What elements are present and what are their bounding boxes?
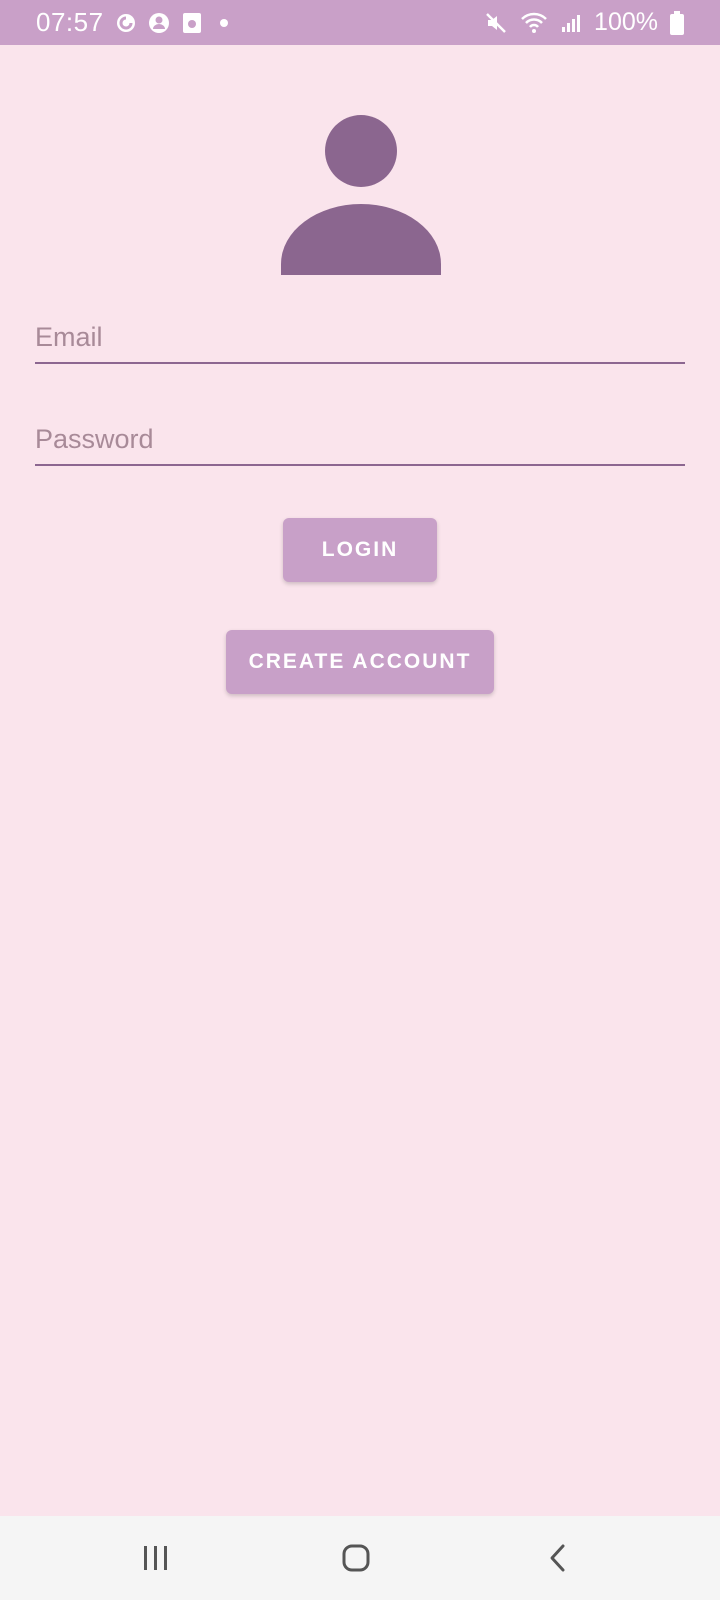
email-field[interactable] bbox=[35, 312, 685, 364]
email-input[interactable] bbox=[35, 312, 685, 362]
signal-icon bbox=[560, 12, 582, 34]
login-button[interactable]: LOGIN bbox=[283, 518, 437, 582]
home-icon[interactable] bbox=[332, 1534, 380, 1582]
login-screen: 07:57 100% Email LOGIN CREATE ACCOUNT bbox=[0, 0, 720, 1600]
mute-icon bbox=[484, 11, 508, 35]
navigation-bar bbox=[0, 1516, 720, 1600]
create-account-button[interactable]: CREATE ACCOUNT bbox=[226, 630, 494, 694]
account-circle-icon bbox=[148, 12, 170, 34]
password-field[interactable] bbox=[35, 414, 685, 466]
battery-icon bbox=[670, 10, 684, 35]
status-left: 07:57 bbox=[36, 7, 234, 38]
back-icon[interactable] bbox=[534, 1534, 582, 1582]
password-input[interactable] bbox=[35, 414, 685, 464]
battery-percentage: 100% bbox=[594, 8, 658, 36]
avatar-icon bbox=[280, 114, 442, 276]
status-time: 07:57 bbox=[36, 7, 104, 37]
status-bar: 07:57 100% bbox=[0, 0, 720, 45]
sync-icon bbox=[116, 13, 136, 33]
recent-apps-icon[interactable] bbox=[132, 1534, 180, 1582]
notification-dot-icon bbox=[214, 13, 234, 33]
status-right: 100% bbox=[484, 8, 684, 37]
screenshot-icon bbox=[182, 12, 202, 34]
wifi-icon bbox=[520, 11, 548, 35]
